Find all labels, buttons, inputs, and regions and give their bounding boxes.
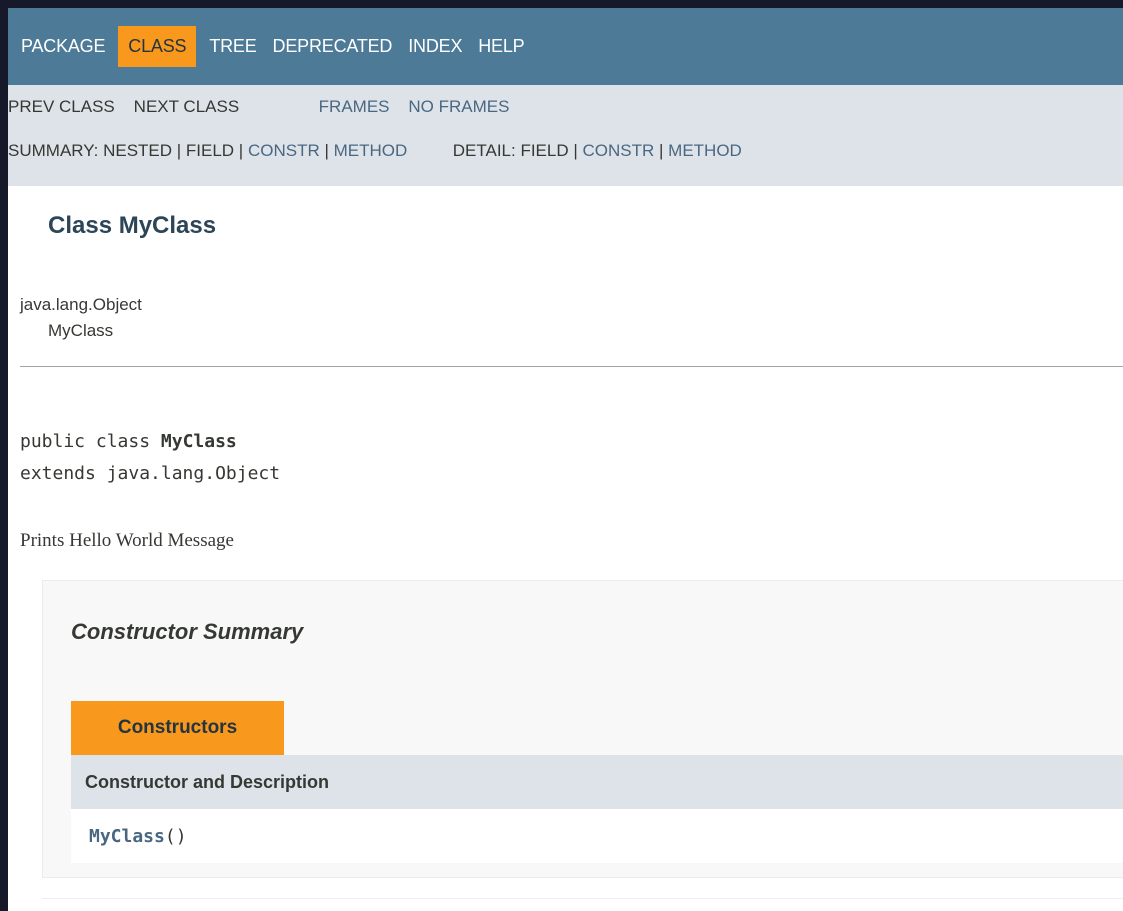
detail-label: DETAIL: FIELD | — [452, 141, 583, 160]
nav-deprecated[interactable]: DEPRECATED — [266, 28, 400, 65]
constructor-summary-heading: Constructor Summary — [71, 619, 304, 644]
class-description: Prints Hello World Message — [20, 530, 234, 551]
summary-method-link[interactable]: METHOD — [334, 141, 408, 160]
summary-separator: | — [319, 141, 334, 160]
detail-method-link[interactable]: METHOD — [668, 141, 742, 160]
declaration-class-name: MyClass — [160, 431, 237, 452]
detail-constr-link[interactable]: CONSTR — [583, 141, 655, 160]
subnav-row-summary: SUMMARY: NESTED | FIELD | CONSTR | METHO… — [8, 141, 742, 161]
summary-constr-link[interactable]: CONSTR — [248, 141, 320, 160]
detail-separator: | — [654, 141, 669, 160]
page-title: Class MyClass — [48, 212, 217, 239]
constructor-link[interactable]: MyClass — [89, 826, 165, 847]
no-frames-link[interactable]: NO FRAMES — [408, 97, 509, 116]
table-header: Constructor and Description — [71, 755, 1123, 809]
inheritance-parent: java.lang.Object — [20, 295, 142, 314]
summary-label: SUMMARY: NESTED | FIELD | — [8, 141, 248, 160]
nav-index[interactable]: INDEX — [401, 28, 469, 65]
inheritance-tree: java.lang.Object MyClass — [20, 292, 142, 344]
sub-navbar: PREV CLASS NEXT CLASS FRAMES NO FRAMES S… — [8, 85, 1123, 186]
next-class-label: NEXT CLASS — [133, 97, 240, 116]
divider — [20, 366, 1123, 367]
bottom-divider — [42, 898, 1123, 899]
frames-link[interactable]: FRAMES — [319, 97, 390, 116]
table-row: MyClass() — [71, 809, 1123, 863]
declaration-extends: extends java.lang.Object — [20, 463, 281, 484]
inheritance-child: MyClass — [48, 321, 114, 340]
subnav-row-navigation: PREV CLASS NEXT CLASS FRAMES NO FRAMES — [8, 97, 509, 117]
top-navbar: PACKAGE CLASS TREE DEPRECATED INDEX HELP — [8, 8, 1123, 85]
nav-tree[interactable]: TREE — [202, 28, 263, 65]
constructor-params: () — [164, 825, 187, 847]
declaration-modifiers: public class — [20, 431, 161, 452]
nav-help[interactable]: HELP — [471, 28, 531, 65]
class-declaration: public class MyClass extends java.lang.O… — [20, 426, 280, 490]
nav-class-active[interactable]: CLASS — [118, 26, 197, 67]
prev-class-label: PREV CLASS — [8, 97, 115, 116]
constructor-summary-section: Constructor Summary Constructors Constru… — [42, 580, 1123, 878]
javadoc-page: PACKAGE CLASS TREE DEPRECATED INDEX HELP… — [8, 8, 1123, 911]
constructors-tab[interactable]: Constructors — [71, 701, 284, 755]
nav-package[interactable]: PACKAGE — [14, 28, 112, 65]
